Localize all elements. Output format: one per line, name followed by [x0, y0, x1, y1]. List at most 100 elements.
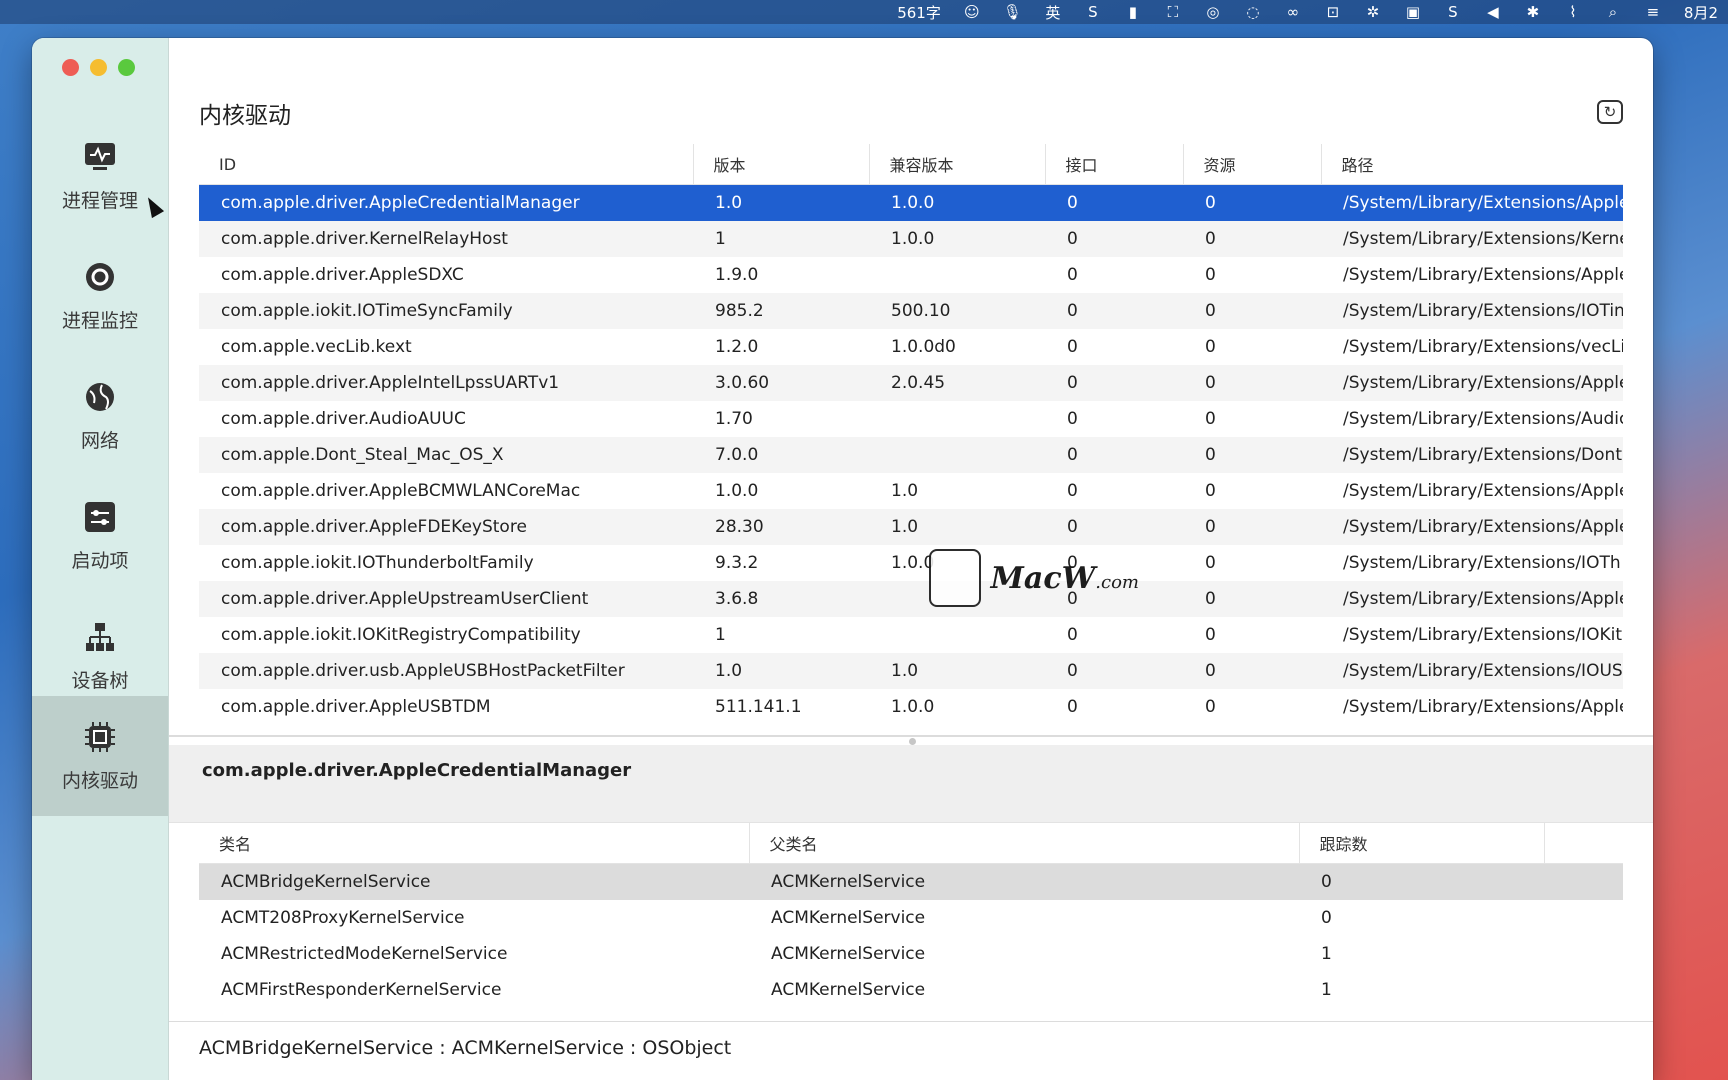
- table-row[interactable]: com.apple.driver.KernelRelayHost 1 1.0.0 0 0…: [199, 221, 1623, 257]
- sidebar-item-kernel-drivers[interactable]: 内核驱动: [32, 696, 168, 816]
- table-cell: 0: [1067, 409, 1078, 429]
- clock-date[interactable]: 8月2: [1684, 2, 1718, 23]
- table-row[interactable]: com.apple.driver.AppleUpstreamUserClient…: [199, 581, 1623, 617]
- word-count[interactable]: 561字: [897, 2, 941, 23]
- sidebar-item-label: 网络: [80, 429, 119, 452]
- table-cell: 0: [1183, 581, 1321, 617]
- sidebar-item-label: 设备树: [71, 669, 129, 692]
- bluetooth-icon[interactable]: ✱: [1524, 3, 1542, 21]
- table-cell: com.apple.driver.AudioAUUC: [221, 409, 466, 429]
- table-row[interactable]: ACMFirstResponderKernelService ACMKernelS…: [199, 972, 1623, 1008]
- train-icon[interactable]: ⊡: [1324, 3, 1342, 21]
- wifi-off-icon[interactable]: ⌇: [1564, 3, 1582, 21]
- table-cell: 1.0.0: [869, 221, 1045, 257]
- table-row[interactable]: ACMRestrictedModeKernelService ACMKernelS…: [199, 936, 1623, 972]
- table-cell: ACMFirstResponderKernelService: [221, 980, 502, 1000]
- microphone-icon[interactable]: 🎙: [1003, 3, 1022, 21]
- video-icon[interactable]: ▣: [1404, 3, 1422, 21]
- table-cell: ACMKernelService: [749, 863, 1299, 900]
- column-header-path[interactable]: 路径: [1321, 144, 1623, 185]
- table-cell: ACMT208ProxyKernelService: [221, 908, 465, 928]
- table-row[interactable]: com.apple.iokit.IOTimeSyncFamily 985.2 500…: [199, 293, 1623, 329]
- table-cell: ACMRestrictedModeKernelService: [221, 944, 508, 964]
- table-cell-filler: [1544, 863, 1623, 900]
- column-header-class-name[interactable]: 类名: [199, 823, 750, 864]
- app-window: 进程管理 进程监控 网络 启动项 设备树 内核驱动 内核驱动 ↻ ID 版本 兼…: [32, 38, 1653, 1080]
- table-cell: 0: [1067, 337, 1078, 357]
- sidebar-item-network[interactable]: 网络: [32, 356, 168, 476]
- search-icon[interactable]: ⌕: [1604, 3, 1622, 21]
- column-header-compat-version[interactable]: 兼容版本: [869, 144, 1046, 185]
- table-row[interactable]: com.apple.driver.AppleFDEKeyStore 28.30 1.…: [199, 509, 1623, 545]
- table-cell: com.apple.driver.AppleBCMWLANCoreMac: [221, 481, 581, 501]
- column-header-interfaces[interactable]: 接口: [1045, 144, 1184, 185]
- table-cell: 1.0.0: [869, 184, 1045, 221]
- table-cell-filler: [1544, 936, 1623, 972]
- table-cell: 0: [1205, 481, 1216, 501]
- control-center-icon[interactable]: ≡: [1644, 3, 1662, 21]
- table-cell: 0: [1299, 863, 1544, 900]
- table-cell: 0: [1183, 221, 1321, 257]
- column-header-parent-class[interactable]: 父类名: [749, 823, 1300, 864]
- sidebar-item-process-manager[interactable]: 进程管理: [32, 116, 168, 236]
- table-row[interactable]: com.apple.driver.AppleSDXC 1.9.0 0 0/System…: [199, 257, 1623, 293]
- table-cell: com.apple.iokit.IOTimeSyncFamily: [199, 293, 693, 329]
- table-row[interactable]: com.apple.vecLib.kext 1.2.0 1.0.0d0 0 0/Syst…: [199, 329, 1623, 365]
- wechat-icon[interactable]: ◎: [1204, 3, 1222, 21]
- gear-bug-icon[interactable]: ✲: [1364, 3, 1382, 21]
- table-row[interactable]: com.apple.driver.AppleCredentialManager 1…: [199, 184, 1623, 221]
- refresh-icon: ↻: [1603, 103, 1617, 121]
- table-row[interactable]: ACMT208ProxyKernelService ACMKernelServic…: [199, 900, 1623, 936]
- table-row[interactable]: com.apple.driver.AppleIntelLpssUARTv1 3.0…: [199, 365, 1623, 401]
- column-header-filler: [1544, 823, 1623, 864]
- s-app-icon[interactable]: S: [1084, 3, 1102, 21]
- sidebar-item-process-monitor[interactable]: 进程监控: [32, 236, 168, 356]
- classes-table: 类名 父类名 跟踪数 ACMBridgeKernelService ACMKern…: [199, 823, 1623, 1008]
- chat-bubble-icon[interactable]: ◌: [1244, 3, 1262, 21]
- detail-title: com.apple.driver.AppleCredentialManager: [202, 760, 632, 781]
- table-row[interactable]: com.apple.Dont_Steal_Mac_OS_X 7.0.0 0 0/Sys…: [199, 437, 1623, 473]
- column-header-retain-count[interactable]: 跟踪数: [1299, 823, 1545, 864]
- table-row[interactable]: com.apple.iokit.IOThunderboltFamily 9.3.2…: [199, 545, 1623, 581]
- table-row[interactable]: com.apple.driver.AudioAUUC 1.70 0 0/System/…: [199, 401, 1623, 437]
- table-cell: ACMBridgeKernelService: [199, 863, 749, 900]
- input-method-label[interactable]: 英: [1044, 2, 1062, 23]
- sogou-icon[interactable]: S: [1444, 3, 1462, 21]
- column-header-id[interactable]: ID: [199, 144, 694, 185]
- emoji-icon[interactable]: ☺: [963, 3, 981, 21]
- split-handle[interactable]: [909, 738, 916, 745]
- table-row[interactable]: ACMBridgeKernelService ACMKernelService 0: [199, 863, 1623, 900]
- table-cell: 0: [1183, 293, 1321, 329]
- table-cell-filler: [1544, 900, 1623, 936]
- table-cell: 0: [1045, 293, 1183, 329]
- table-row[interactable]: com.apple.iokit.IOKitRegistryCompatibili…: [199, 617, 1623, 653]
- column-header-resources[interactable]: 资源: [1183, 144, 1322, 185]
- table-cell: [869, 401, 1045, 437]
- table-row[interactable]: com.apple.driver.usb.AppleUSBHostPacketF…: [199, 653, 1623, 689]
- sidebar-item-label: 内核驱动: [61, 769, 138, 792]
- table-cell: 1: [693, 221, 869, 257]
- zoom-window-button[interactable]: [118, 59, 135, 76]
- table-cell: 0: [1183, 184, 1321, 221]
- table-cell: 0: [1067, 625, 1078, 645]
- column-header-version[interactable]: 版本: [693, 144, 870, 185]
- table-cell: /System/Library/Extensions/Kerne: [1321, 221, 1623, 257]
- screenshot-icon[interactable]: ⛶: [1164, 3, 1182, 21]
- table-cell: 1.0: [869, 653, 1045, 689]
- sidebar-item-startup[interactable]: 启动项: [32, 476, 168, 596]
- refresh-button[interactable]: ↻: [1597, 100, 1623, 124]
- table-cell: 0: [1067, 265, 1078, 285]
- table-cell: 0: [1183, 653, 1321, 689]
- bookmark-icon[interactable]: ▮: [1124, 3, 1142, 21]
- volume-icon[interactable]: ◀: [1484, 3, 1502, 21]
- table-cell: 1.0: [693, 184, 869, 221]
- creative-cloud-icon[interactable]: ∞: [1284, 3, 1302, 21]
- tree-icon: [83, 620, 117, 654]
- split-divider[interactable]: [169, 735, 1653, 737]
- status-text: ACMBridgeKernelService : ACMKernelServic…: [199, 1037, 732, 1059]
- table-cell: 500.10: [869, 293, 1045, 329]
- table-row[interactable]: com.apple.driver.AppleUSBTDM 511.141.1 1.0…: [199, 689, 1623, 725]
- close-window-button[interactable]: [62, 59, 79, 76]
- minimize-window-button[interactable]: [90, 59, 107, 76]
- table-row[interactable]: com.apple.driver.AppleBCMWLANCoreMac 1.0.…: [199, 473, 1623, 509]
